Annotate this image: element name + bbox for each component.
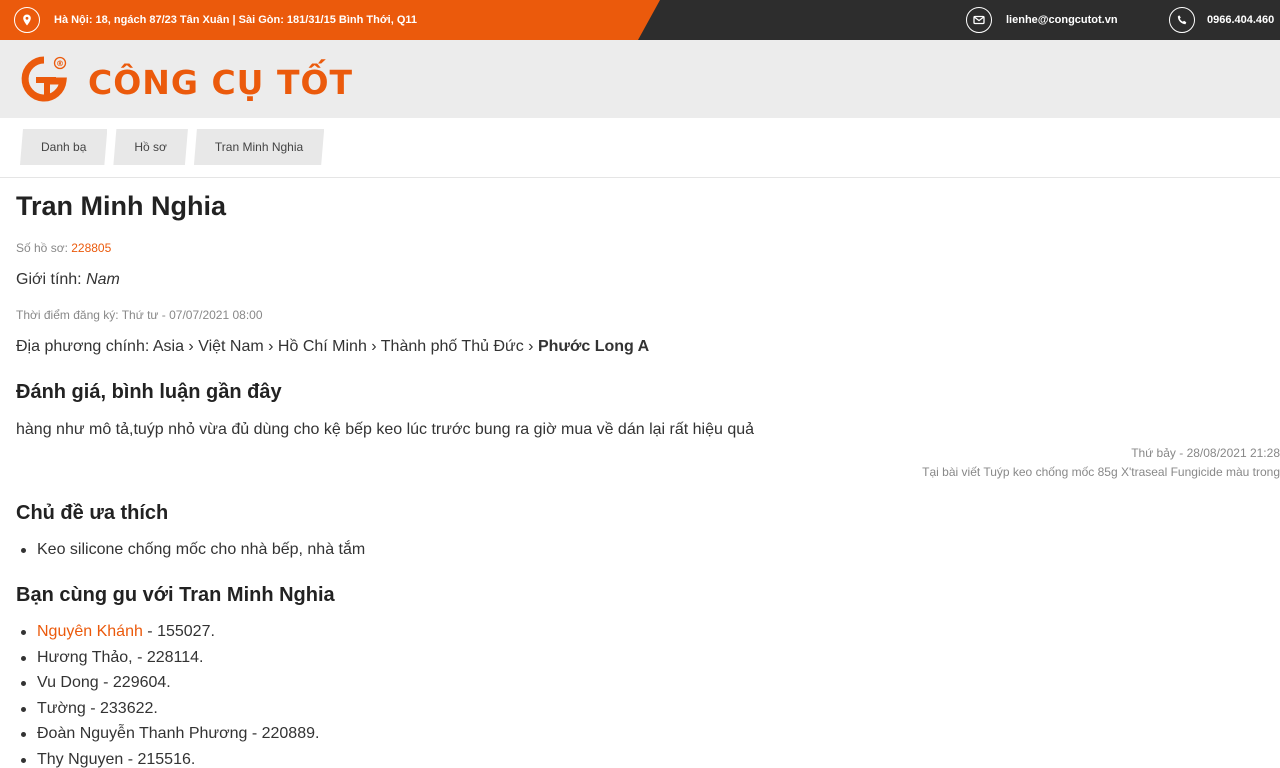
list-item: Nguyên Khánh - 155027. — [16, 619, 319, 645]
topics-heading: Chủ đề ưa thích — [16, 502, 169, 524]
friend-link[interactable]: Nguyên Khánh — [37, 623, 143, 640]
registered-mark: ® — [56, 59, 64, 68]
header-divider — [0, 177, 1280, 178]
gender-value: Nam — [86, 271, 120, 288]
friend-suffix: - 220889. — [247, 725, 320, 742]
envelope-icon — [966, 7, 992, 33]
profile-number-value: 228805 — [71, 241, 112, 255]
top-info-bar: Hà Nội: 18, ngách 87/23 Tân Xuân | Sài G… — [0, 0, 1280, 40]
list-item: Vu Dong - 229604. — [16, 670, 319, 696]
friend-suffix: - 228114. — [132, 648, 204, 666]
friend-name: Tường — [37, 699, 86, 717]
list-item: Tường - 233622. — [16, 696, 319, 722]
email-link[interactable]: lienhe@congcutot.vn — [1006, 14, 1118, 26]
logo-text: CÔNG CỤ TỐT — [88, 62, 354, 102]
page-title: Tran Minh Nghia — [16, 191, 227, 221]
breadcrumb-item-profiles[interactable]: Hồ sơ — [113, 129, 188, 165]
friend-suffix: - 215516. — [123, 750, 196, 768]
email-info[interactable]: lienhe@congcutot.vn — [966, 0, 1118, 40]
friend-suffix: - 229604. — [98, 674, 171, 691]
review-meta: Thứ bảy - 28/08/2021 21:28 Tại bài viết … — [922, 444, 1280, 482]
site-header: ® CÔNG CỤ TỐT — [0, 40, 1280, 118]
phone-info[interactable]: 0966.404.460 — [1169, 0, 1274, 40]
site-logo[interactable]: ® CÔNG CỤ TỐT — [16, 50, 353, 110]
topics-list: Keo silicone chống mốc cho nhà bếp, nhà … — [16, 537, 365, 563]
breadcrumb: Danh bạ Hồ sơ Tran Minh Nghia — [20, 129, 330, 165]
address-info: Hà Nội: 18, ngách 87/23 Tân Xuân | Sài G… — [14, 0, 417, 40]
friend-name: Hương Thảo, — [37, 648, 133, 666]
friend-name: Vu Dong — [37, 674, 99, 691]
main-location: Địa phương chính: Asia › Việt Nam › Hồ C… — [16, 338, 649, 356]
profile-number-label: Số hồ sơ: — [16, 241, 72, 255]
breadcrumb-item-current[interactable]: Tran Minh Nghia — [194, 129, 324, 165]
location-last: Phước Long A — [537, 338, 650, 355]
friends-heading: Bạn cùng gu với Tran Minh Nghia — [16, 584, 335, 606]
list-item: Keo silicone chống mốc cho nhà bếp, nhà … — [16, 537, 365, 563]
reviews-heading: Đánh giá, bình luận gần đây — [16, 381, 282, 403]
friend-suffix: - 233622. — [85, 699, 158, 717]
gender-label: Giới tính: — [16, 271, 87, 288]
location-pin-icon — [14, 7, 40, 33]
friend-suffix: - 155027. — [142, 623, 215, 640]
list-item: Hương Thảo, - 228114. — [16, 645, 319, 671]
location-path: Asia › Việt Nam › Hồ Chí Minh › Thành ph… — [152, 338, 538, 355]
address-text: Hà Nội: 18, ngách 87/23 Tân Xuân | Sài G… — [54, 14, 418, 26]
breadcrumb-item-directory[interactable]: Danh bạ — [20, 129, 107, 165]
profile-number: Số hồ sơ: 228805 — [16, 241, 111, 255]
friend-name: Đoàn Nguyễn Thanh Phương — [37, 725, 248, 742]
gender: Giới tính: Nam — [16, 271, 120, 289]
friends-list: Nguyên Khánh - 155027. Hương Thảo, - 228… — [16, 619, 319, 768]
list-item: Đoàn Nguyễn Thanh Phương - 220889. — [16, 721, 319, 747]
list-item: Thy Nguyen - 215516. — [16, 747, 319, 768]
phone-icon — [1169, 7, 1195, 33]
phone-link[interactable]: 0966.404.460 — [1207, 14, 1274, 26]
friend-name: Thy Nguyen — [37, 750, 124, 768]
logo-mark-icon: ® — [16, 50, 76, 110]
review-time: Thứ bảy - 28/08/2021 21:28 — [1131, 446, 1280, 460]
registration-time: Thời điểm đăng ký: Thứ tư - 07/07/2021 0… — [16, 308, 263, 322]
review-text: hàng như mô tả,tuýp nhỏ vừa đủ dùng cho … — [16, 421, 755, 438]
review-source-link[interactable]: Tại bài viết Tuýp keo chống mốc 85g X'tr… — [922, 463, 1280, 482]
location-label: Địa phương chính: — [16, 338, 153, 355]
